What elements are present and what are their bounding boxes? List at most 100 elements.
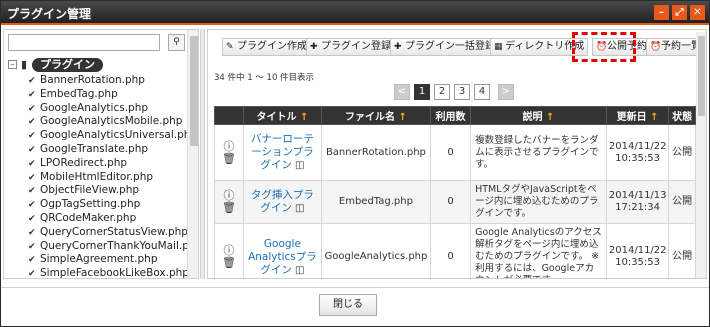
add-file-icon: ✚ [310,42,318,52]
tree-item[interactable]: ✔ QRCodeMaker.php [28,212,188,226]
tree-item[interactable]: ✔ BannerRotation.php [28,74,188,88]
tree-item-label: GoogleAnalytics.php [40,101,149,114]
bulk-register-button[interactable]: ✚ プラグイン一括登録 [390,38,499,56]
page-button[interactable]: 3 [454,84,470,100]
tree-item-label: OgpTagSetting.php [40,198,141,211]
header-filename[interactable]: ファイル名 ↑ [320,106,431,125]
search-icon: ⚲ [173,37,180,47]
plugin-table: タイトル ↑ ファイル名 ↑ 利用数 説明 ↑ 更新日 ↑ 状態 ⓘ 🗑 バナーロ… [214,106,696,278]
lock-icon[interactable]: ◫ [295,203,304,214]
title-bar[interactable]: プラグイン管理 – ⤢ ✕ [1,1,709,25]
tree-item[interactable]: ✔ QueryCornerStatusView.php [28,226,188,240]
tree-item[interactable]: ✔ MobileHtmlEditor.php [28,171,188,185]
plugin-tree-pane: ⚲ – ▮ プラグイン ✔ BannerRotation.php ✔ EmbedTa… [3,29,199,279]
tree-search-button[interactable]: ⚲ [168,34,185,51]
tree-root-label[interactable]: プラグイン [32,58,103,72]
alarm-icon: ⏰ [650,42,662,52]
page-button[interactable]: 4 [474,84,490,100]
header-updated[interactable]: 更新日 ↑ [605,106,670,125]
tree-item-label: QRCodeMaker.php [40,211,137,224]
sort-arrow-icon[interactable]: ↑ [546,112,554,123]
close-icon[interactable]: ✕ [690,5,705,20]
sort-arrow-icon[interactable]: ↑ [650,112,658,123]
highlight-box [572,32,636,62]
tree-item-label: GoogleTranslate.php [40,142,149,155]
plugin-icon: ✔ [28,117,36,128]
sort-arrow-icon[interactable]: ↑ [398,112,406,123]
tree-list: ✔ BannerRotation.php ✔ EmbedTag.php ✔ Googl… [28,74,198,279]
tree-item[interactable]: ✔ LPORedirect.php [28,157,188,171]
page-button[interactable]: 2 [434,84,450,100]
sort-arrow-icon[interactable]: ↑ [300,112,308,123]
register-plugin-button[interactable]: ✚ プラグイン登録 [306,38,395,56]
trash-icon[interactable]: 🗑 [217,202,241,214]
tree-item[interactable]: ✔ OgpTagSetting.php [28,198,188,212]
lock-icon[interactable]: ◫ [295,160,304,171]
info-icon[interactable]: ⓘ [217,140,241,153]
plugin-manager-window: プラグイン管理 – ⤢ ✕ ⚲ – ▮ プラグイン ✔ BannerRotatio… [0,0,710,327]
header-description[interactable]: 説明 ↑ [470,106,607,125]
folder-add-icon: ▦ [494,42,503,52]
header-usage: 利用数 [429,106,472,125]
table-scrollbar[interactable] [696,32,706,278]
cell-filename: BannerRotation.php [320,124,431,181]
scrollbar-thumb[interactable] [698,36,705,116]
next-page-button[interactable]: > [498,84,514,100]
cell-updated: 2014/11/13 17:21:34 [605,180,670,224]
plugin-icon: ✔ [28,89,36,100]
tree-search-input[interactable] [8,34,160,51]
plugin-icon: ✔ [28,255,36,266]
plugin-icon: ✔ [28,172,36,183]
table-row[interactable]: ⓘ 🗑 Google Analyticsプラグイン ◫ GoogleAnalyti… [214,223,696,278]
tree-item-label: MobileHtmlEditor.php [40,170,154,183]
edit-icon: ✎ [226,42,234,52]
prev-page-button[interactable]: < [394,84,410,100]
collapse-icon[interactable]: – [8,60,17,69]
table-row[interactable]: ⓘ 🗑 タグ挿入プラグイン ◫ EmbedTag.php 0 HTMLタグやJav… [214,180,696,224]
row-actions: ⓘ 🗑 [214,124,244,181]
plugin-icon: ✔ [28,213,36,224]
cell-updated: 2014/11/22 10:35:53 [605,223,670,278]
header-title[interactable]: タイトル ↑ [242,106,322,125]
tree-item-label: SimpleFacebookLikeBox.php [40,267,189,279]
create-plugin-button[interactable]: ✎ プラグイン作成 [222,38,311,56]
lock-icon[interactable]: ◫ [295,265,304,276]
tree-item-label: GoogleAnalyticsUniversal.php [40,129,198,142]
tree-item-label: QueryCornerThankYouMail.php [40,239,199,252]
tree-item[interactable]: ✔ GoogleTranslate.php [28,143,188,157]
plugin-icon: ✔ [28,103,36,114]
plugin-icon: ✔ [28,144,36,155]
cell-status: 公開 [668,180,696,224]
tree-item[interactable]: ✔ EmbedTag.php [28,88,188,102]
tree-item[interactable]: ✔ SimpleAgreement.php [28,253,188,267]
trash-icon[interactable]: 🗑 [217,257,241,269]
plugin-icon: ✔ [28,76,36,86]
tree-item[interactable]: ✔ SimpleFacebookLikeBox.php [28,267,189,279]
scrollbar-thumb[interactable] [190,36,198,146]
tree-item[interactable]: ✔ QueryCornerThankYouMail.php [28,240,198,254]
cell-status: 公開 [668,124,696,181]
plugin-icon: ✔ [28,158,36,169]
tree-item[interactable]: ✔ GoogleAnalyticsMobile.php [28,115,188,129]
page-button[interactable]: 1 [414,84,430,100]
tree-item-label: EmbedTag.php [40,87,118,100]
tree-item[interactable]: ✔ GoogleAnalytics.php [28,102,188,116]
cell-title: タグ挿入プラグイン ◫ [242,180,322,224]
close-button[interactable]: 閉じる [319,294,377,316]
tree-item[interactable]: ✔ ObjectFileView.php [28,184,188,198]
tree-item-label: SimpleAgreement.php [40,253,158,266]
minimize-icon[interactable]: – [654,5,669,20]
trash-icon[interactable]: 🗑 [217,152,241,165]
plugin-title-link[interactable]: Google Analyticsプラグイン [248,238,317,276]
cell-filename: EmbedTag.php [320,180,431,224]
pane-splitter[interactable] [200,29,205,279]
plugin-icon: ✔ [28,200,36,211]
tree-scrollbar[interactable] [187,30,198,278]
maximize-icon[interactable]: ⤢ [672,5,687,20]
table-row[interactable]: ⓘ 🗑 バナーローテーションプラグイン ◫ BannerRotation.php … [214,124,696,181]
tree-item[interactable]: ✔ GoogleAnalyticsUniversal.php [28,129,197,143]
cell-status: 公開 [668,223,696,278]
header-actions [214,106,244,125]
tree-item-label: QueryCornerStatusView.php [40,225,188,238]
header-status: 状態 [668,106,696,125]
